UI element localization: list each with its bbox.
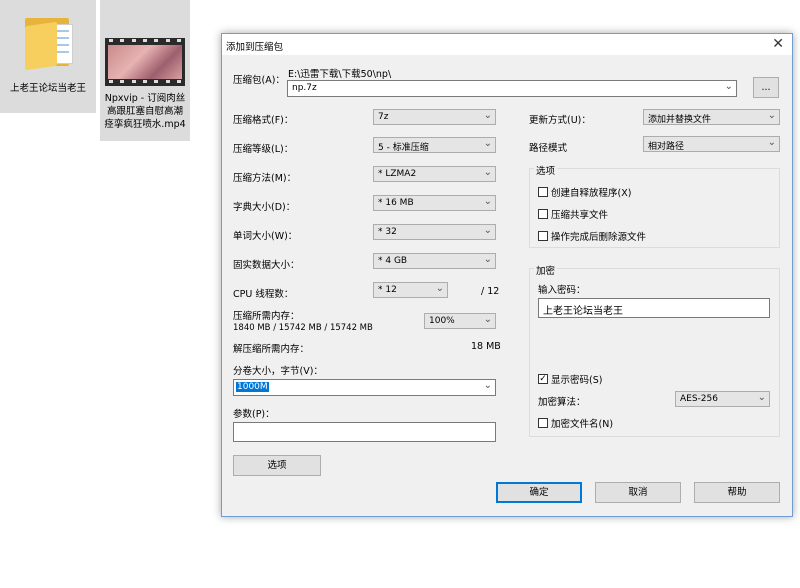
chevron-down-icon: ⌄ xyxy=(757,392,766,403)
level-label: 压缩等级(L)： xyxy=(233,144,294,155)
checkbox-icon xyxy=(538,187,548,197)
password-label: 输入密码： xyxy=(538,285,586,296)
solid-label: 固实数据大小： xyxy=(233,260,300,271)
chevron-down-icon: ⌄ xyxy=(435,283,444,294)
mem-comp-value: 1840 MB / 15742 MB / 15742 MB xyxy=(233,323,373,333)
ok-button[interactable]: 确定 xyxy=(496,482,582,503)
cancel-button[interactable]: 取消 xyxy=(595,482,681,503)
desktop-folder-label: 上老王论坛当老王 xyxy=(9,83,86,94)
sfx-label: 创建自释放程序(X) xyxy=(551,188,632,199)
checkbox-icon xyxy=(538,418,548,428)
mem-decomp-label: 解压缩所需内存： xyxy=(233,344,310,355)
dict-select[interactable]: * 16 MB ⌄ xyxy=(373,195,496,211)
delete-after-checkbox[interactable]: 操作完成后删除源文件 xyxy=(538,229,646,243)
password-input[interactable]: 上老王论坛当老王 xyxy=(538,298,770,318)
password-value: 上老王论坛当老王 xyxy=(543,306,623,317)
archive-name-value: np.7z xyxy=(292,83,317,93)
word-select[interactable]: * 32 ⌄ xyxy=(373,224,496,240)
dialog-title: 添加到压缩包 xyxy=(226,42,284,53)
show-password-label: 显示密码(S) xyxy=(551,375,603,386)
checkbox-icon xyxy=(538,209,548,219)
solid-select[interactable]: * 4 GB ⌄ xyxy=(373,253,496,269)
chevron-down-icon[interactable]: ⌄ xyxy=(484,380,492,391)
split-size-value: 1000M xyxy=(236,382,269,392)
params-input[interactable] xyxy=(233,422,496,442)
browse-button[interactable]: ... xyxy=(753,77,779,98)
format-select[interactable]: 7z ⌄ xyxy=(373,109,496,125)
checkbox-icon xyxy=(538,231,548,241)
format-value: 7z xyxy=(378,112,389,122)
cpu-total: / 12 xyxy=(481,286,500,297)
options-button[interactable]: 选项 xyxy=(233,455,321,476)
video-thumbnail-icon xyxy=(105,38,185,86)
chevron-down-icon: ⌄ xyxy=(767,110,776,121)
level-value: 5 - 标准压缩 xyxy=(378,143,429,153)
desktop-folder-icon-item[interactable]: 上老王论坛当老王 xyxy=(0,0,96,113)
enc-method-label: 加密算法： xyxy=(538,397,586,408)
chevron-down-icon: ⌄ xyxy=(483,138,492,149)
dialog-titlebar: 添加到压缩包 ✕ xyxy=(222,34,792,55)
encrypt-names-checkbox[interactable]: 加密文件名(N) xyxy=(538,416,613,430)
mem-percent-select[interactable]: 100% ⌄ xyxy=(424,313,496,329)
level-select[interactable]: 5 - 标准压缩 ⌄ xyxy=(373,137,496,153)
format-label: 压缩格式(F)： xyxy=(233,115,294,126)
dict-value: * 16 MB xyxy=(378,198,414,208)
mem-percent-value: 100% xyxy=(429,316,455,326)
split-size-combo[interactable]: 1000M ⌄ xyxy=(233,379,496,396)
archive-label: 压缩包(A)： xyxy=(233,75,285,86)
close-icon[interactable]: ✕ xyxy=(772,36,784,52)
delete-after-label: 操作完成后删除源文件 xyxy=(551,232,647,243)
chevron-down-icon: ⌄ xyxy=(483,254,492,265)
chevron-down-icon: ⌄ xyxy=(483,196,492,207)
desktop-video-icon-item[interactable]: Npxvip - 订阅肉丝高跟肛塞自慰高潮痉挛疯狂喷水.mp4 xyxy=(100,0,190,141)
method-select[interactable]: * LZMA2 ⌄ xyxy=(373,166,496,182)
shared-files-checkbox[interactable]: 压缩共享文件 xyxy=(538,207,608,221)
enc-method-value: AES-256 xyxy=(680,394,718,404)
sfx-checkbox[interactable]: 创建自释放程序(X) xyxy=(538,185,631,199)
chevron-down-icon: ⌄ xyxy=(483,110,492,121)
encrypt-names-label: 加密文件名(N) xyxy=(551,419,614,430)
chevron-down-icon: ⌄ xyxy=(483,167,492,178)
show-password-checkbox[interactable]: ✓ 显示密码(S) xyxy=(538,372,602,386)
chevron-down-icon[interactable]: ⌄ xyxy=(725,81,733,92)
update-select[interactable]: 添加并替换文件 ⌄ xyxy=(643,109,780,125)
enc-method-select[interactable]: AES-256 ⌄ xyxy=(675,391,770,407)
params-label: 参数(P)： xyxy=(233,409,275,420)
mem-comp-label: 压缩所需内存： xyxy=(233,311,300,322)
shared-files-label: 压缩共享文件 xyxy=(551,210,609,221)
check-icon: ✓ xyxy=(538,374,548,384)
chevron-down-icon: ⌄ xyxy=(483,314,492,325)
solid-value: * 4 GB xyxy=(378,256,408,266)
path-mode-label: 路径模式 xyxy=(529,143,568,154)
method-label: 压缩方法(M)： xyxy=(233,173,297,184)
chevron-down-icon: ⌄ xyxy=(767,137,776,148)
folder-icon xyxy=(21,14,75,72)
cpu-label: CPU 线程数： xyxy=(233,289,294,300)
split-label: 分卷大小，字节(V)： xyxy=(233,366,323,377)
chevron-down-icon: ⌄ xyxy=(483,225,492,236)
cpu-value: * 12 xyxy=(378,285,397,295)
options-group-title: 选项 xyxy=(534,163,558,177)
desktop-video-label: Npxvip - 订阅肉丝高跟肛塞自慰高潮痉挛疯狂喷水.mp4 xyxy=(104,93,186,130)
word-label: 单词大小(W)： xyxy=(233,231,298,242)
archive-path: E:\迅雷下载\下载50\np\ xyxy=(288,69,392,80)
archive-name-combo[interactable]: np.7z ⌄ xyxy=(287,80,737,97)
method-value: * LZMA2 xyxy=(378,169,417,179)
help-button[interactable]: 帮助 xyxy=(694,482,780,503)
path-mode-select[interactable]: 相对路径 ⌄ xyxy=(643,136,780,152)
update-value: 添加并替换文件 xyxy=(648,115,712,125)
path-mode-value: 相对路径 xyxy=(648,142,685,152)
add-to-archive-dialog: 添加到压缩包 ✕ 压缩包(A)： E:\迅雷下载\下载50\np\ np.7z … xyxy=(221,33,793,517)
mem-decomp-value: 18 MB xyxy=(471,341,501,352)
dict-label: 字典大小(D)： xyxy=(233,202,296,213)
cpu-select[interactable]: * 12 ⌄ xyxy=(373,282,448,298)
encryption-group-title: 加密 xyxy=(534,263,558,277)
update-label: 更新方式(U)： xyxy=(529,115,591,126)
word-value: * 32 xyxy=(378,227,397,237)
